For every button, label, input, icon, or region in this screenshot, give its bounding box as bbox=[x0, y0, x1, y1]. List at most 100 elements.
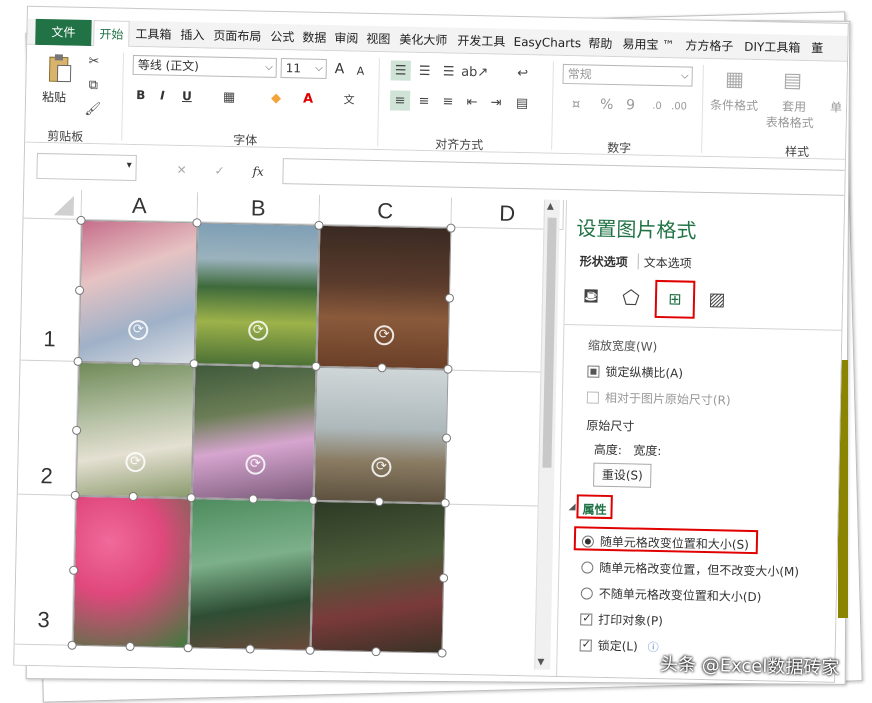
photo-girl-white-dress[interactable]: ⟳ bbox=[75, 361, 195, 499]
tab-home[interactable]: 开始 bbox=[93, 20, 130, 48]
tab-yiyongbao[interactable]: 易用宝 ™ bbox=[617, 31, 680, 58]
resize-handle[interactable] bbox=[245, 644, 255, 654]
merge-center-icon[interactable]: ▤ bbox=[512, 93, 532, 113]
underline-button[interactable]: U bbox=[182, 86, 192, 106]
formula-input[interactable] bbox=[282, 158, 847, 196]
font-shrink-button[interactable]: A bbox=[356, 62, 365, 82]
font-grow-button[interactable]: A bbox=[335, 59, 345, 79]
photo-girl-pink-flowers[interactable] bbox=[72, 495, 192, 649]
cell-styles-label[interactable]: 单 bbox=[830, 98, 842, 118]
tab-text-options[interactable]: 文本选项 bbox=[644, 254, 692, 272]
rotate-icon[interactable]: ⟳ bbox=[245, 454, 266, 475]
italic-button[interactable]: I bbox=[160, 86, 165, 106]
align-center-icon[interactable]: ≡ bbox=[414, 91, 434, 111]
column-header-c[interactable]: C bbox=[319, 194, 453, 228]
radio-move-no-size[interactable] bbox=[581, 561, 594, 574]
photo-girl-lotus-field[interactable]: ⟳ bbox=[194, 222, 320, 367]
lock-aspect-ratio[interactable]: 锁定纵横比(A) bbox=[587, 363, 683, 382]
relative-original-checkbox[interactable] bbox=[586, 391, 600, 404]
percent-button[interactable]: % bbox=[600, 95, 614, 115]
orientation-icon[interactable]: ab↗ bbox=[461, 62, 488, 82]
lock-aspect-checkbox[interactable] bbox=[587, 365, 600, 378]
resize-handle[interactable] bbox=[67, 640, 77, 650]
photo-girl-pink-ao-dai[interactable]: ⟳ bbox=[191, 364, 317, 501]
radio-no-move-no-size[interactable] bbox=[580, 587, 593, 600]
scroll-down-icon[interactable]: ▼ bbox=[537, 658, 544, 668]
print-object-checkbox[interactable] bbox=[580, 613, 593, 626]
tab-shape-options[interactable]: 形状选项 bbox=[580, 252, 628, 270]
table-format-label2[interactable]: 表格格式 bbox=[766, 112, 814, 133]
select-all-corner[interactable] bbox=[23, 188, 83, 220]
font-color-icon[interactable]: A bbox=[298, 88, 318, 108]
align-bottom-icon[interactable]: ☰ bbox=[439, 61, 459, 81]
row-header-2[interactable]: 2 bbox=[17, 360, 79, 496]
phonetic-icon[interactable]: 文 bbox=[338, 89, 360, 109]
currency-icon[interactable]: ¤ bbox=[566, 94, 586, 114]
option-no-move-no-size[interactable]: 不随单元格改变位置和大小(D) bbox=[580, 584, 762, 605]
font-name-select[interactable]: 等线 (正文) ⌵ bbox=[132, 54, 277, 78]
resize-handle[interactable] bbox=[437, 648, 447, 658]
tab-developer[interactable]: 开发工具 bbox=[453, 28, 510, 55]
resize-handle[interactable] bbox=[446, 223, 456, 233]
rotate-icon[interactable]: ⟳ bbox=[373, 325, 395, 346]
rotate-icon[interactable]: ⟳ bbox=[128, 319, 149, 341]
reset-button[interactable]: 重设(S) bbox=[593, 462, 652, 488]
enter-button[interactable]: ✓ bbox=[214, 161, 224, 181]
rotate-icon[interactable]: ⟳ bbox=[248, 320, 269, 341]
locked[interactable]: 锁定(L) ⓘ bbox=[579, 636, 659, 655]
tab-insert[interactable]: 插入 bbox=[177, 22, 208, 49]
wrap-text-icon[interactable]: ↩ bbox=[512, 63, 532, 83]
increase-indent-icon[interactable]: ⇥ bbox=[486, 92, 506, 112]
photo-girl-lotus-leaves[interactable] bbox=[188, 498, 314, 651]
photo-girl-seaside-rocks[interactable]: ⟳ bbox=[313, 366, 449, 504]
relative-original-size[interactable]: 相对于图片原始尺寸(R) bbox=[586, 389, 731, 409]
photo-girl-sunhat[interactable]: ⟳ bbox=[78, 219, 198, 365]
decrease-indent-icon[interactable]: ⇤ bbox=[462, 92, 482, 112]
rotate-icon[interactable]: ⟳ bbox=[125, 451, 146, 473]
option-move-no-size[interactable]: 随单元格改变位置，但不改变大小(M) bbox=[581, 558, 799, 580]
tab-help[interactable]: 帮助 bbox=[585, 30, 616, 57]
effects-icon[interactable]: ⬠ bbox=[617, 283, 646, 312]
tab-review[interactable]: 审阅 bbox=[331, 25, 362, 52]
tab-toolbox[interactable]: 工具箱 bbox=[131, 21, 176, 48]
tab-easycharts[interactable]: EasyCharts bbox=[511, 29, 584, 57]
tab-formulas[interactable]: 公式 bbox=[267, 24, 298, 51]
resize-handle[interactable] bbox=[305, 645, 315, 655]
resize-handle[interactable] bbox=[440, 498, 450, 508]
tab-diy-toolbox[interactable]: DIY工具箱 bbox=[739, 34, 806, 61]
copy-icon[interactable]: ⧉ bbox=[84, 76, 102, 94]
name-box[interactable]: ▾ bbox=[36, 152, 137, 182]
align-right-icon[interactable]: ≡ bbox=[438, 91, 458, 111]
align-top-icon[interactable]: ☰ bbox=[390, 60, 411, 81]
fill-color-icon[interactable]: ◆ bbox=[266, 88, 286, 108]
align-left-icon[interactable]: ≡ bbox=[389, 90, 411, 111]
picture-icon[interactable]: ▨ bbox=[703, 285, 732, 314]
scroll-up-icon[interactable]: ▲ bbox=[547, 202, 554, 212]
format-painter-icon[interactable]: 🖌 bbox=[84, 100, 102, 118]
insert-function-button[interactable]: fx bbox=[252, 161, 264, 181]
paste-icon[interactable] bbox=[44, 51, 75, 86]
conditional-format-label[interactable]: 条件格式 bbox=[710, 95, 758, 116]
column-header-b[interactable]: B bbox=[197, 192, 321, 225]
bold-button[interactable]: B bbox=[136, 85, 146, 105]
resize-handle[interactable] bbox=[439, 573, 449, 583]
font-size-select[interactable]: 11 ⌵ bbox=[280, 58, 327, 79]
info-icon[interactable]: ⓘ bbox=[648, 641, 659, 654]
resize-handle[interactable] bbox=[441, 433, 452, 443]
scroll-thumb[interactable] bbox=[542, 217, 557, 468]
photo-girl-wooden-table[interactable]: ⟳ bbox=[316, 224, 452, 370]
tab-page-layout[interactable]: 页面布局 bbox=[209, 23, 266, 50]
align-middle-icon[interactable]: ☰ bbox=[415, 61, 435, 81]
paste-label[interactable]: 粘贴 bbox=[42, 87, 66, 107]
resize-handle[interactable] bbox=[125, 641, 135, 652]
number-format-select[interactable]: 常规 ⌵ bbox=[562, 63, 693, 87]
row-header-3[interactable]: 3 bbox=[14, 494, 76, 646]
tab-data[interactable]: 数据 bbox=[299, 24, 330, 51]
fill-line-icon[interactable]: ⛾ bbox=[577, 282, 606, 311]
row-header-1[interactable]: 1 bbox=[20, 218, 82, 362]
tab-fangfang[interactable]: 方方格子 bbox=[681, 32, 738, 59]
resize-handle[interactable] bbox=[444, 293, 455, 303]
increase-decimal-icon[interactable]: .0 bbox=[648, 96, 666, 116]
print-object[interactable]: 打印对象(P) bbox=[580, 610, 663, 629]
decrease-decimal-icon[interactable]: .00 bbox=[670, 96, 688, 116]
